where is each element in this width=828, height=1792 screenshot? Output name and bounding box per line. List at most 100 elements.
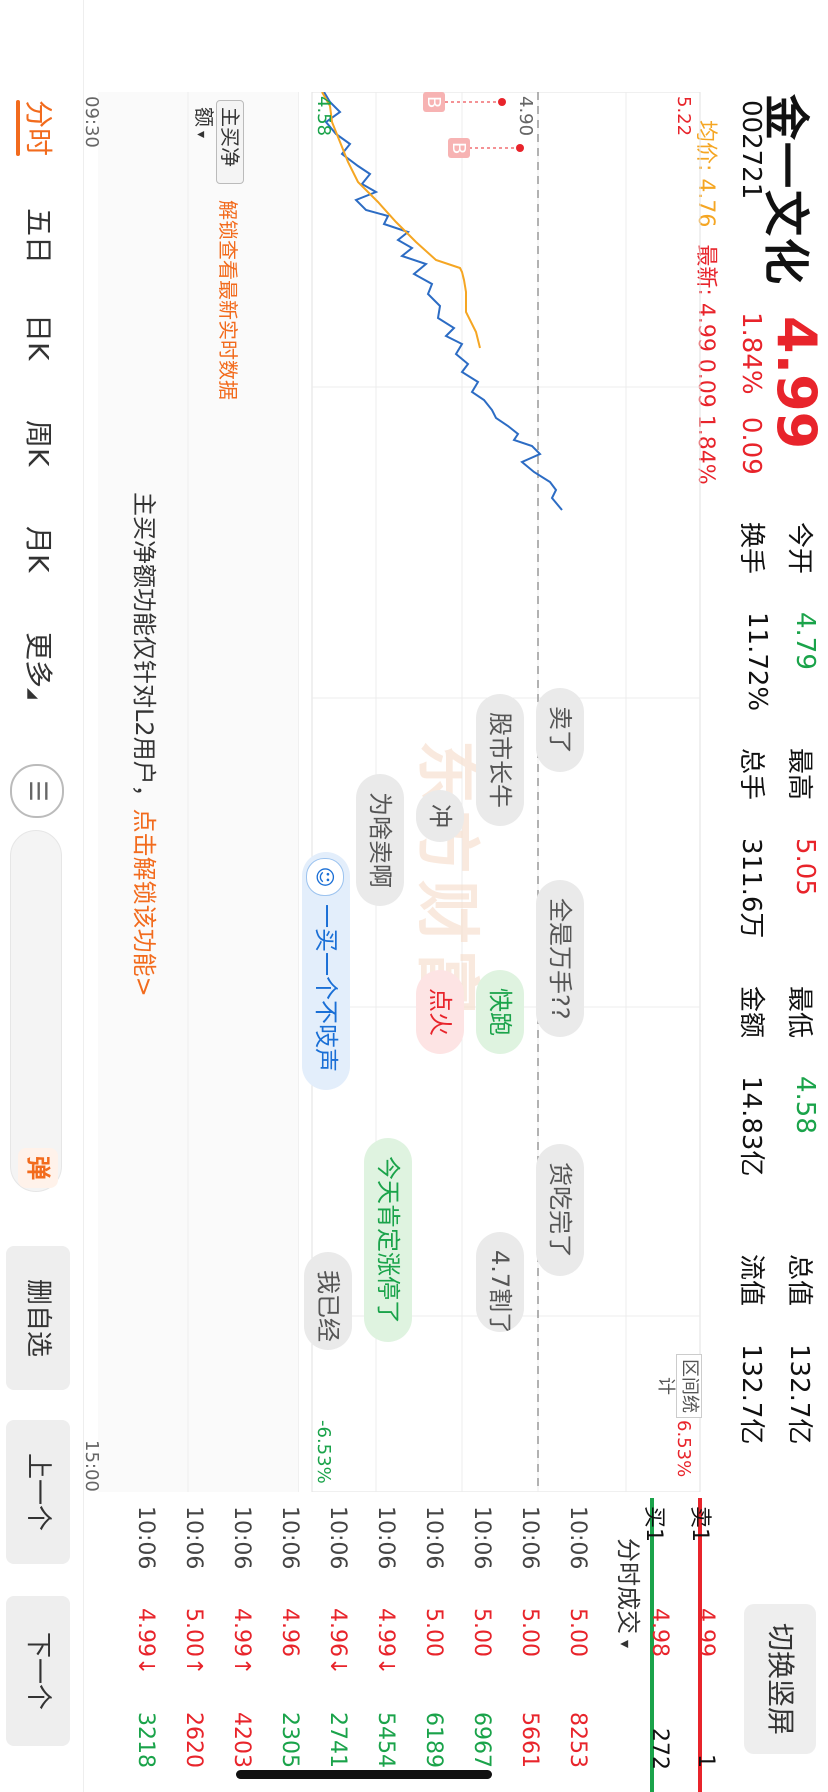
stock-change-pct: 1.84% 0.09 bbox=[736, 312, 766, 475]
tab-week-k[interactable]: 周K bbox=[20, 420, 60, 466]
trade-time: 10:06 bbox=[277, 1506, 302, 1570]
net-buy-select[interactable]: 主买净额▾ bbox=[192, 100, 244, 184]
home-indicator bbox=[236, 1770, 492, 1779]
more-arrow-icon: ◢ bbox=[25, 688, 41, 699]
remove-favorite-button[interactable]: 删自选 bbox=[6, 1246, 70, 1390]
tab-day-k[interactable]: 日K bbox=[20, 314, 60, 360]
trade-detail-panel[interactable]: 卖1 4.99 1 买1 4.98 272 分时成交▾ 10:06 5.00 825… bbox=[88, 1498, 728, 1792]
buy-marker-2: B bbox=[448, 142, 469, 154]
danmu-input[interactable] bbox=[10, 830, 62, 1192]
trade-volume: 4203 bbox=[229, 1712, 254, 1768]
stat-float-label: 流值 bbox=[736, 1254, 766, 1307]
stock-code: 002721 bbox=[736, 100, 766, 200]
trade-row: 10:06 4.96↓ 2741 bbox=[314, 1498, 360, 1792]
trade-price: 4.99↑ bbox=[229, 1608, 254, 1676]
next-stock-button[interactable]: 下一个 bbox=[6, 1596, 70, 1746]
trade-price: 5.00↑ bbox=[181, 1608, 206, 1676]
switch-portrait-button[interactable]: 切换竖屏 bbox=[744, 1604, 816, 1754]
trade-volume: 5454 bbox=[373, 1712, 398, 1768]
trade-row: 10:06 5.00 6189 bbox=[410, 1498, 456, 1792]
trade-price: 4.96 bbox=[277, 1608, 302, 1657]
trade-row: 10:06 4.99↓ 3218 bbox=[122, 1498, 168, 1792]
l2-notice-text: 主买净额功能仅针对L2用户， bbox=[130, 492, 158, 809]
stat-volume-label: 总手 bbox=[736, 748, 766, 801]
trade-time: 10:06 bbox=[517, 1506, 542, 1570]
stat-turnover-value: 11.72% bbox=[742, 612, 772, 712]
sell1-row: 卖1 4.99 1 bbox=[687, 1506, 718, 1768]
pct-axis-top: 6.53% bbox=[673, 1420, 694, 1478]
stat-amount-label: 金额 bbox=[736, 986, 766, 1039]
stat-low-value: 4.58 bbox=[790, 1076, 820, 1134]
stat-open-value: 4.79 bbox=[790, 612, 820, 670]
tab-more[interactable]: 更多◢ bbox=[20, 632, 60, 699]
time-start: 09:30 bbox=[81, 96, 102, 148]
danmu-bullet: ☺ 一买一个不吱声 bbox=[302, 852, 350, 1090]
stat-high-value: 5.05 bbox=[790, 838, 820, 896]
tab-fenshi[interactable]: 分时 bbox=[20, 100, 60, 156]
avg-price-line bbox=[321, 92, 481, 349]
danmu-toggle-icon[interactable]: 弹 bbox=[18, 1148, 58, 1188]
l2-unlock-link[interactable]: 点击解锁该功能> bbox=[130, 809, 158, 997]
stat-turnover-label: 换手 bbox=[736, 522, 766, 575]
trade-volume: 6189 bbox=[421, 1712, 446, 1768]
trade-volume: 6967 bbox=[469, 1712, 494, 1768]
tab-month-k[interactable]: 月K bbox=[20, 526, 60, 572]
danmu-bullet: 我已经 bbox=[304, 1252, 352, 1350]
danmu-bullet: 冲 bbox=[416, 790, 464, 842]
trade-price: 5.00 bbox=[421, 1608, 446, 1657]
prev-stock-button[interactable]: 上一个 bbox=[6, 1420, 70, 1564]
stat-high-label: 最高 bbox=[784, 748, 814, 801]
trade-volume: 5661 bbox=[517, 1712, 542, 1768]
trade-detail-title[interactable]: 分时成交▾ bbox=[613, 1538, 648, 1648]
unlock-hint[interactable]: 解锁查看最新实时数据 bbox=[215, 200, 244, 400]
buy-marker-1: B bbox=[423, 96, 444, 108]
change-value: 0.09 bbox=[736, 416, 766, 475]
trade-time: 10:06 bbox=[421, 1506, 446, 1570]
stat-volume-value: 311.6万 bbox=[736, 838, 766, 939]
danmu-bullet: 今天肯定涨停了 bbox=[364, 1138, 412, 1342]
stat-float-value: 132.7亿 bbox=[736, 1344, 766, 1445]
dropdown-arrow-icon: ▾ bbox=[616, 1640, 635, 1649]
trade-price: 4.99↓ bbox=[373, 1608, 398, 1676]
price-line bbox=[323, 92, 563, 511]
pct-axis-bottom: -6.53% bbox=[313, 1420, 334, 1484]
trade-time: 10:06 bbox=[373, 1506, 398, 1570]
danmu-bullet: 快跑 bbox=[476, 970, 524, 1054]
trade-price: 4.99↓ bbox=[133, 1608, 158, 1676]
stat-mktcap-label: 总值 bbox=[784, 1254, 814, 1307]
danmu-bullet: 货吃完了 bbox=[536, 1144, 584, 1276]
danmu-bullet: 卖了 bbox=[536, 688, 584, 772]
y-axis-top: 5.22 bbox=[673, 96, 694, 137]
trade-row: 10:06 4.99↑ 4203 bbox=[218, 1498, 264, 1792]
l2-notice: 主买净额功能仅针对L2用户，点击解锁该功能> bbox=[129, 492, 164, 997]
trade-volume: 8253 bbox=[565, 1712, 590, 1768]
trade-row: 10:06 5.00 5661 bbox=[506, 1498, 552, 1792]
trade-time: 10:06 bbox=[229, 1506, 254, 1570]
trade-time: 10:06 bbox=[133, 1506, 158, 1570]
stat-open-label: 今开 bbox=[784, 522, 814, 575]
trade-row: 10:06 5.00↑ 2620 bbox=[170, 1498, 216, 1792]
avatar: ☺ bbox=[306, 858, 344, 896]
tab-indicator bbox=[16, 100, 20, 156]
trade-time: 10:06 bbox=[325, 1506, 350, 1570]
stat-amount-value: 14.83亿 bbox=[736, 1076, 766, 1177]
trade-volume: 3218 bbox=[133, 1712, 158, 1768]
stat-mktcap-value: 132.7亿 bbox=[784, 1344, 814, 1445]
stock-price: 4.99 bbox=[765, 316, 828, 450]
time-end: 15:00 bbox=[81, 1440, 102, 1492]
tab-five-day[interactable]: 五日 bbox=[20, 208, 60, 264]
danmu-bullet: 4.7割了 bbox=[476, 1232, 524, 1332]
trade-volume: 2305 bbox=[277, 1712, 302, 1768]
dropdown-arrow-icon: ▾ bbox=[193, 131, 209, 139]
trade-volume: 2741 bbox=[325, 1712, 350, 1768]
danmu-bullet: 点火 bbox=[416, 970, 464, 1054]
trade-row: 10:06 4.99↓ 5454 bbox=[362, 1498, 408, 1792]
danmu-bullet: 为啥卖啊 bbox=[356, 774, 404, 906]
danmu-settings-icon[interactable]: ☰ bbox=[10, 764, 64, 818]
trade-price: 5.00 bbox=[517, 1608, 542, 1657]
trade-time: 10:06 bbox=[181, 1506, 206, 1570]
danmu-bullet: 股市长牛 bbox=[476, 694, 524, 826]
stat-low-label: 最低 bbox=[784, 986, 814, 1039]
range-stats-button[interactable]: 区间统计 bbox=[655, 1354, 702, 1418]
trade-price: 5.00 bbox=[565, 1608, 590, 1657]
